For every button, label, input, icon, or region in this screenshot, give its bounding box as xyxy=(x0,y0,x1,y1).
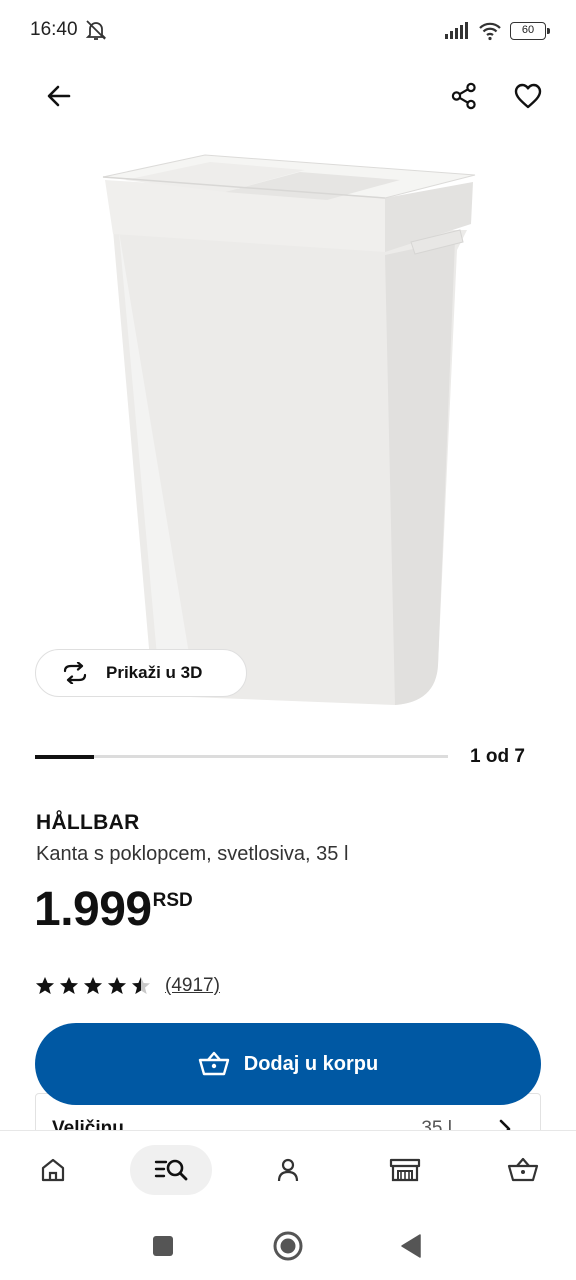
product-rating[interactable]: (4917) xyxy=(35,975,220,997)
signal-icon xyxy=(445,22,468,39)
star-icon xyxy=(60,977,78,994)
add-to-cart-button[interactable]: Dodaj u korpu xyxy=(35,1023,541,1105)
product-price: 1.999 RSD xyxy=(34,884,193,936)
recent-apps-button[interactable] xyxy=(145,1228,181,1264)
back-button[interactable] xyxy=(35,72,83,120)
basket-icon xyxy=(507,1157,539,1182)
view-3d-button[interactable]: Prikaži u 3D xyxy=(35,649,247,697)
view-3d-label: Prikaži u 3D xyxy=(106,663,203,682)
product-description: Kanta s poklopcem, svetlosiva, 35 l xyxy=(36,843,349,865)
system-navigation-bar xyxy=(0,1212,576,1280)
search-list-icon xyxy=(154,1159,188,1181)
status-bar: 16:40 60 xyxy=(0,0,576,62)
circle-icon xyxy=(273,1231,303,1261)
arrow-left-icon xyxy=(47,85,71,107)
nav-cart[interactable] xyxy=(482,1145,564,1195)
star-icon xyxy=(36,977,54,994)
system-home-button[interactable] xyxy=(270,1228,306,1264)
battery-indicator: 60 xyxy=(510,22,550,40)
bottom-navigation xyxy=(0,1130,576,1212)
price-currency: RSD xyxy=(152,890,193,911)
gallery-progress-bar xyxy=(35,754,448,759)
alarm-off-icon xyxy=(85,20,107,40)
nav-profile[interactable] xyxy=(247,1145,329,1195)
wifi-icon xyxy=(479,22,501,41)
system-back-button[interactable] xyxy=(393,1228,429,1264)
store-icon xyxy=(389,1158,421,1182)
favorite-button[interactable] xyxy=(504,72,552,120)
status-time: 16:40 xyxy=(30,19,78,40)
profile-icon xyxy=(277,1158,299,1182)
product-name: HÅLLBAR xyxy=(36,811,140,834)
add-to-cart-label: Dodaj u korpu xyxy=(243,1052,379,1075)
square-icon xyxy=(153,1236,173,1256)
home-icon xyxy=(41,1158,65,1182)
gallery-progress-fill xyxy=(35,754,94,759)
price-value: 1.999 xyxy=(34,883,152,936)
star-icon xyxy=(108,977,126,994)
heart-icon xyxy=(514,83,542,109)
share-icon xyxy=(451,82,476,110)
star-icon xyxy=(132,977,150,994)
share-button[interactable] xyxy=(440,72,488,120)
product-image[interactable] xyxy=(95,150,485,715)
nav-store[interactable] xyxy=(364,1145,446,1195)
rating-stars xyxy=(35,976,151,996)
star-icon xyxy=(84,977,102,994)
triangle-back-icon xyxy=(401,1234,421,1258)
gallery-page-indicator: 1 od 7 xyxy=(470,746,525,767)
review-count-link[interactable]: (4917) xyxy=(165,975,220,997)
nav-home[interactable] xyxy=(12,1145,94,1195)
rotate-3d-icon xyxy=(63,662,87,684)
basket-icon xyxy=(198,1051,229,1076)
nav-search[interactable] xyxy=(130,1145,212,1195)
